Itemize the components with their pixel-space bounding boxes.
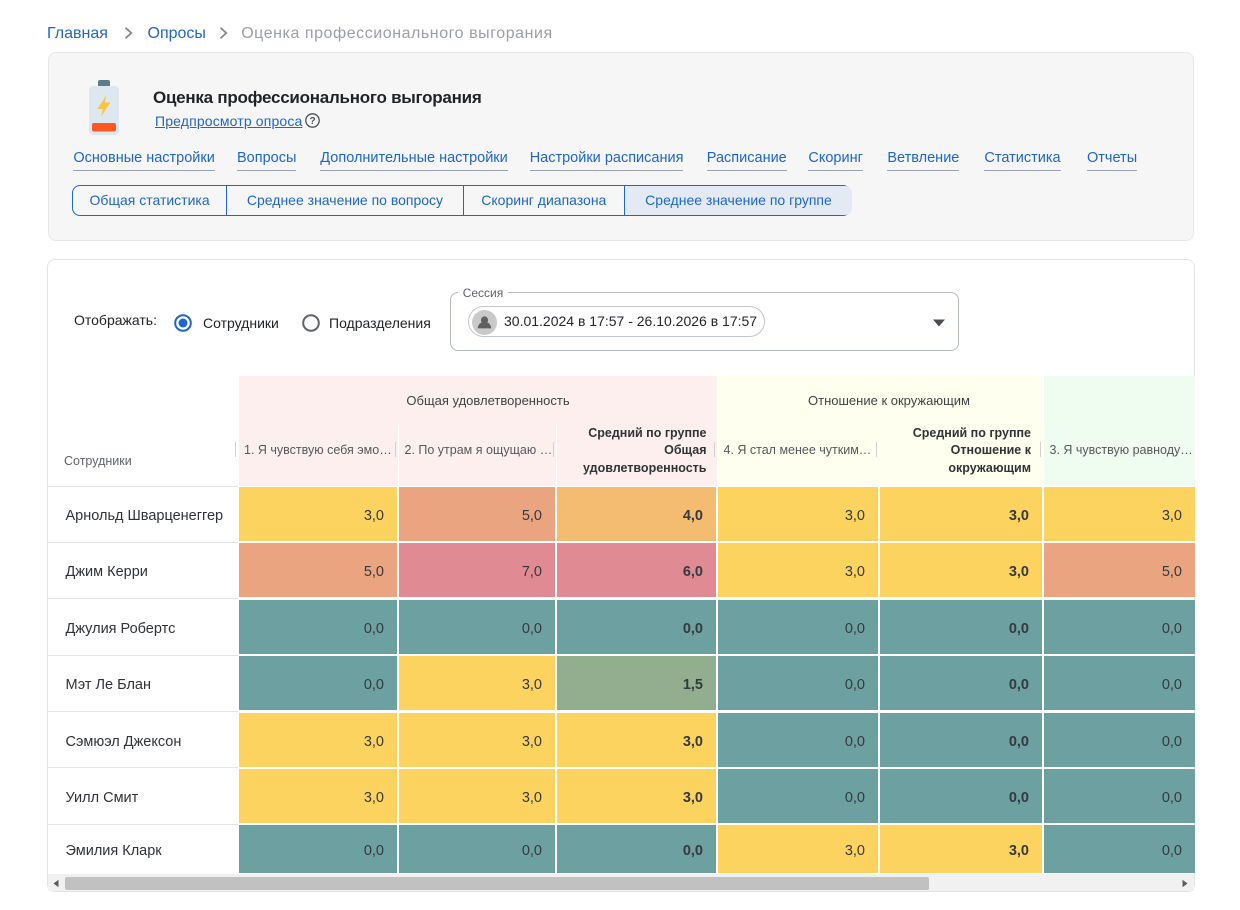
svg-text:?: ? [309, 116, 315, 127]
